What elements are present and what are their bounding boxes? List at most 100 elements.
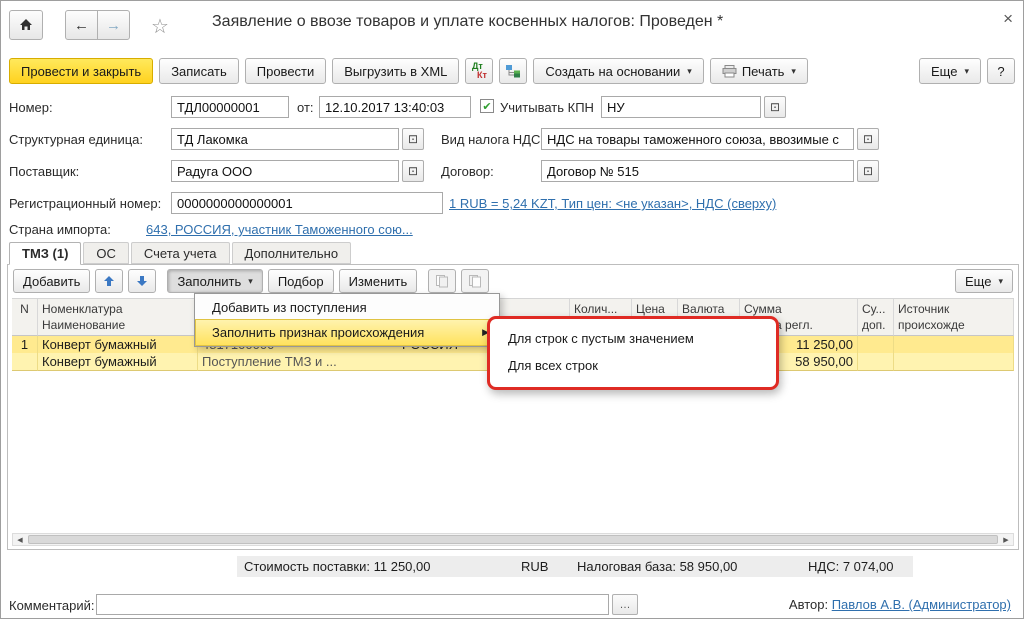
tax-base-total: Налоговая база: 58 950,00 <box>577 559 737 574</box>
hierarchy-icon <box>505 64 521 78</box>
tab-strip: ТМЗ (1) ОС Счета учета Дополнительно <box>9 242 353 264</box>
unit-open-button[interactable]: ⊡ <box>402 128 424 150</box>
open-icon: ⊡ <box>770 100 780 114</box>
comment-more-button[interactable]: … <box>612 594 638 615</box>
contract-label: Договор: <box>441 164 494 179</box>
export-xml-button[interactable]: Выгрузить в XML <box>332 58 459 84</box>
supplier-field[interactable]: Радуга ООО ▾ <box>171 160 399 182</box>
open-icon: ⊡ <box>408 164 418 178</box>
vat-total: НДС: 7 074,00 <box>808 559 893 574</box>
help-button[interactable]: ? <box>987 58 1015 84</box>
import-country-label: Страна импорта: <box>9 222 111 237</box>
tab-accounts[interactable]: Счета учета <box>131 242 230 264</box>
move-up-button[interactable] <box>95 269 123 293</box>
chevron-down-icon: ▾ <box>791 66 796 77</box>
currency-code: RUB <box>521 559 548 574</box>
kpn-label: Учитывать КПН <box>500 100 594 115</box>
delivery-cost-total: Стоимость поставки: 11 250,00 <box>244 559 430 574</box>
unit-label: Структурная единица: <box>9 132 143 147</box>
receipt-document: Поступление ТМЗ и ... <box>202 353 337 370</box>
create-on-basis-button[interactable]: Создать на основании ▾ <box>533 58 703 84</box>
forward-icon: → <box>106 17 121 34</box>
paste-rows-button[interactable] <box>461 269 489 293</box>
pick-button[interactable]: Подбор <box>268 269 334 293</box>
rate-link[interactable]: 1 RUB = 5,24 KZT, Тип цен: <не указан>, … <box>449 196 776 211</box>
edit-button[interactable]: Изменить <box>339 269 418 293</box>
chevron-down-icon: ▾ <box>964 66 969 77</box>
author-label: Автор: <box>789 597 828 612</box>
write-button[interactable]: Записать <box>159 58 239 84</box>
table-toolbar: Добавить Заполнить ▾ Подбор Изменить <box>13 268 1013 294</box>
scroll-right-icon[interactable]: ▶ <box>999 536 1013 544</box>
tab-os[interactable]: ОС <box>83 242 129 264</box>
reg-number-field[interactable]: 0000000000000001 <box>171 192 443 214</box>
contract-open-button[interactable]: ⊡ <box>857 160 879 182</box>
forward-button[interactable]: → <box>97 10 130 40</box>
kpn-checkbox[interactable]: ✔ <box>480 99 494 113</box>
menu-item-fill-origin[interactable]: Заполнить признак происхождения ▶ <box>196 320 498 345</box>
document-window: ← → ☆ Заявление о ввозе товаров и уплате… <box>0 0 1024 619</box>
items-panel: Добавить Заполнить ▾ Подбор Изменить <box>7 264 1019 550</box>
copy-rows-button[interactable] <box>428 269 456 293</box>
date-field[interactable]: 12.10.2017 13:40:03 ▦ <box>319 96 471 118</box>
open-icon: ⊡ <box>863 164 873 178</box>
import-country-link[interactable]: 643, РОССИЯ, участник Таможенного сою... <box>146 222 413 237</box>
post-and-close-button[interactable]: Провести и закрыть <box>9 58 153 84</box>
open-icon: ⊡ <box>408 132 418 146</box>
back-icon: ← <box>74 17 89 34</box>
home-button[interactable] <box>9 10 43 40</box>
fill-menu: Добавить из поступления Заполнить призна… <box>194 293 500 347</box>
vat-kind-field[interactable]: НДС на товары таможенного союза, ввозимы… <box>541 128 854 150</box>
comment-input[interactable] <box>96 594 609 615</box>
vat-kind-label: Вид налога НДС: <box>441 132 544 147</box>
related-documents-button[interactable] <box>499 58 527 84</box>
open-icon: ⊡ <box>863 132 873 146</box>
author-link[interactable]: Павлов А.В. (Администратор) <box>832 597 1011 612</box>
supplier-label: Поставщик: <box>9 164 79 179</box>
fill-origin-submenu: Для строк с пустым значением Для всех ст… <box>487 316 779 390</box>
tab-additional[interactable]: Дополнительно <box>232 242 352 264</box>
check-icon: ✔ <box>482 100 491 113</box>
tab-tmz[interactable]: ТМЗ (1) <box>9 242 81 265</box>
ellipsis-icon: … <box>620 599 631 611</box>
close-icon[interactable]: × <box>1003 9 1013 29</box>
contract-field[interactable]: Договор № 515 ▾ <box>541 160 854 182</box>
number-label: Номер: <box>9 100 53 115</box>
page-title: Заявление о ввозе товаров и уплате косве… <box>212 13 723 31</box>
number-field[interactable]: ТДЛ00000001 <box>171 96 289 118</box>
paste-icon <box>468 274 482 288</box>
vat-kind-open-button[interactable]: ⊡ <box>857 128 879 150</box>
printer-icon <box>722 65 737 78</box>
add-row-button[interactable]: Добавить <box>13 269 90 293</box>
fill-button[interactable]: Заполнить ▾ <box>167 269 262 293</box>
nu-field[interactable]: НУ ▾ <box>601 96 761 118</box>
chevron-down-icon: ▾ <box>687 66 692 77</box>
more-button[interactable]: Еще ▾ <box>919 58 981 84</box>
horizontal-scrollbar[interactable]: ◀ ▶ <box>12 533 1014 546</box>
print-button[interactable]: Печать ▾ <box>710 58 808 84</box>
menu-item-empty-rows[interactable]: Для строк с пустым значением <box>490 325 776 352</box>
favorite-star-icon[interactable]: ☆ <box>151 14 169 39</box>
scrollbar-thumb[interactable] <box>28 535 998 544</box>
table-more-button[interactable]: Еще ▾ <box>955 269 1013 293</box>
show-postings-button[interactable]: ДтКт <box>465 58 493 84</box>
nu-open-button[interactable]: ⊡ <box>764 96 786 118</box>
comment-label: Комментарий: <box>9 598 95 613</box>
back-button[interactable]: ← <box>65 10 98 40</box>
reg-number-label: Регистрационный номер: <box>9 196 161 211</box>
date-label: от: <box>297 100 314 115</box>
chevron-down-icon: ▾ <box>998 276 1003 287</box>
unit-field[interactable]: ТД Лакомка … <box>171 128 399 150</box>
dt-kt-icon: ДтКт <box>472 62 487 80</box>
author-block: Автор: Павлов А.В. (Администратор) <box>789 597 1011 612</box>
menu-item-add-from-receipt[interactable]: Добавить из поступления <box>196 295 498 320</box>
scroll-left-icon[interactable]: ◀ <box>13 536 27 544</box>
home-icon <box>18 17 34 33</box>
supplier-open-button[interactable]: ⊡ <box>402 160 424 182</box>
post-button[interactable]: Провести <box>245 58 327 84</box>
menu-item-all-rows[interactable]: Для всех строк <box>490 352 776 379</box>
chevron-down-icon: ▾ <box>248 276 253 287</box>
move-down-button[interactable] <box>128 269 156 293</box>
copy-icon <box>435 274 449 288</box>
command-bar: Провести и закрыть Записать Провести Выг… <box>9 56 1015 86</box>
